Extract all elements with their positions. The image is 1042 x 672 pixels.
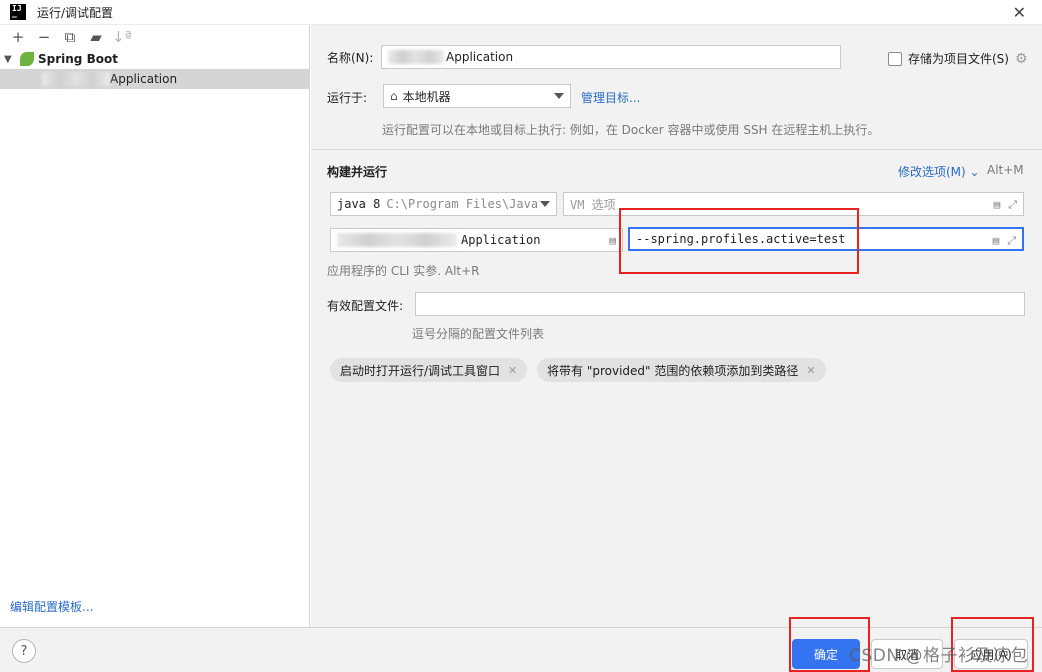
field-icons: ▤ ⤢	[993, 234, 1016, 248]
sort-icon[interactable]: ↓ª	[109, 26, 135, 48]
run-on-value: 本地机器	[402, 89, 451, 104]
jdk-version: java 8	[337, 197, 381, 211]
add-icon[interactable]: +	[5, 26, 31, 48]
manage-targets-link[interactable]: 管理目标...	[581, 89, 640, 106]
divider	[311, 149, 1042, 150]
field-icons: ▤ ⤢	[994, 198, 1017, 212]
close-icon[interactable]: ✕	[1013, 3, 1026, 22]
name-value: Application	[446, 50, 514, 64]
redacted-package	[337, 233, 457, 247]
store-checkbox[interactable]	[888, 51, 902, 66]
jdk-combo[interactable]: java 8 C:\Program Files\Java	[330, 192, 557, 216]
main-class-value: Application	[461, 233, 541, 247]
close-icon[interactable]: ✕	[806, 364, 815, 377]
run-on-hint: 运行配置可以在本地或目标上执行: 例如，在 Docker 容器中或使用 SSH …	[382, 123, 880, 137]
window-title: 运行/调试配置	[37, 5, 114, 20]
chevron-down-icon[interactable]: ▼	[4, 54, 20, 65]
document-icon[interactable]: ▤	[993, 234, 1000, 248]
profiles-hint: 逗号分隔的配置文件列表	[412, 327, 545, 341]
help-button[interactable]: ?	[12, 639, 36, 663]
vm-options-placeholder: VM 选项	[570, 197, 616, 212]
chevron-down-icon	[554, 93, 564, 99]
expand-icon[interactable]: ⤢	[1008, 198, 1017, 212]
tag-label: 启动时打开运行/调试工具窗口	[340, 363, 501, 378]
store-label: 存储为项目文件(S)	[908, 52, 1009, 66]
tree-group-label: Spring Boot	[38, 52, 118, 66]
modify-options-label: 修改选项(M)	[898, 165, 966, 179]
home-icon: ⌂	[390, 89, 398, 103]
active-profiles-field[interactable]	[415, 292, 1025, 316]
field-icons: ▤	[609, 234, 616, 247]
close-icon[interactable]: ✕	[508, 364, 517, 377]
tag-label: 将带有 "provided" 范围的依赖项添加到类路径	[547, 363, 799, 378]
chevron-down-icon	[540, 201, 550, 207]
active-profiles-label: 有效配置文件:	[327, 299, 404, 313]
document-icon[interactable]: ▤	[609, 234, 616, 247]
edit-templates-link[interactable]: 编辑配置模板...	[10, 598, 93, 615]
expand-icon[interactable]: ⤢	[1007, 234, 1016, 248]
name-label: 名称(N):	[327, 51, 374, 65]
jdk-path: C:\Program Files\Java	[386, 197, 539, 211]
gear-icon[interactable]: ⚙	[1015, 51, 1028, 67]
intellij-logo-icon: IJ —	[10, 4, 26, 21]
build-run-heading: 构建并运行	[327, 165, 388, 179]
tree-item-application[interactable]: Application	[0, 69, 309, 89]
watermark: CSDN @格子衫及凉包	[849, 646, 1028, 666]
modify-options-shortcut: Alt+M	[987, 163, 1024, 177]
option-tag-open-tool-window[interactable]: 启动时打开运行/调试工具窗口 ✕	[330, 358, 528, 382]
program-args-value: --spring.profiles.active=test	[636, 232, 846, 246]
cli-hint: 应用程序的 CLI 实参. Alt+R	[327, 264, 480, 278]
config-tree-panel: + − ⧉ ▰ ↓ª ▼ Spring Boot Application 编辑配…	[0, 25, 310, 627]
redacted-name	[388, 50, 444, 64]
program-args-field[interactable]: --spring.profiles.active=test ▤ ⤢	[628, 227, 1024, 251]
run-on-combo[interactable]: ⌂ 本地机器	[383, 84, 571, 108]
copy-icon[interactable]: ⧉	[57, 26, 83, 48]
document-icon[interactable]: ▤	[994, 198, 1001, 212]
option-tag-provided-scope[interactable]: 将带有 "provided" 范围的依赖项添加到类路径 ✕	[537, 358, 826, 382]
main-class-field[interactable]: Application ▤	[330, 228, 623, 252]
remove-icon[interactable]: −	[31, 26, 57, 48]
chevron-down-icon: ⌄	[969, 165, 980, 179]
tree-item-label: Application	[110, 72, 178, 86]
tree-group-spring-boot[interactable]: ▼ Spring Boot	[0, 49, 309, 69]
spring-boot-icon	[20, 52, 34, 66]
vm-options-field[interactable]: VM 选项 ▤ ⤢	[563, 192, 1024, 216]
folder-icon[interactable]: ▰	[83, 26, 109, 48]
modify-options-link[interactable]: 修改选项(M) ⌄	[898, 163, 980, 180]
store-as-project-file[interactable]: 存储为项目文件(S) ⚙	[888, 50, 1028, 67]
name-field[interactable]: Application	[381, 45, 841, 69]
config-form: 名称(N): Application 存储为项目文件(S) ⚙ 运行于: ⌂ 本…	[311, 25, 1042, 627]
run-on-label: 运行于:	[327, 91, 368, 105]
redacted-name	[42, 72, 110, 86]
tree-toolbar: + − ⧉ ▰ ↓ª	[0, 25, 309, 49]
title-bar: IJ — 运行/调试配置 ✕	[0, 0, 1042, 25]
